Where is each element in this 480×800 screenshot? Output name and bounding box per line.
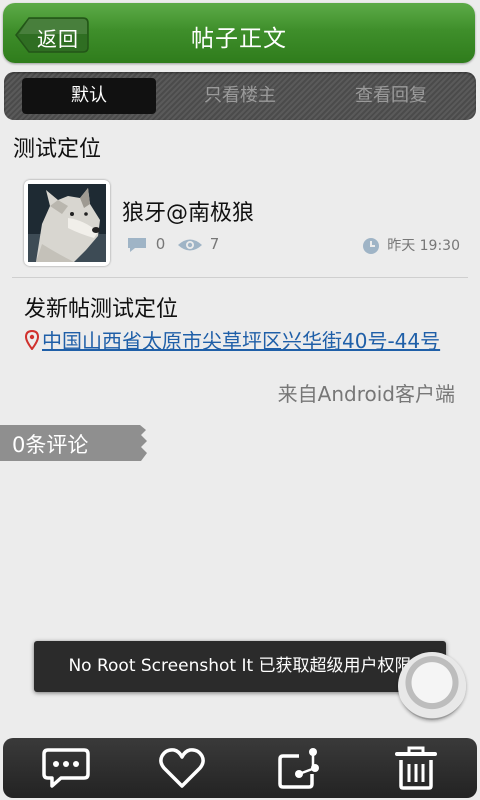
post-time: 昨天 19:30 (362, 235, 460, 255)
bottom-toolbar (3, 738, 477, 798)
comment-button[interactable] (41, 746, 91, 790)
comment-count-badge: 0条评论 (0, 425, 148, 461)
wolf-avatar-image (28, 184, 106, 262)
post-source: 来自Android客户端 (277, 382, 455, 406)
comment-stat: 0 (126, 235, 165, 254)
favorite-button[interactable] (157, 746, 207, 790)
tab-author-only[interactable]: 只看楼主 (173, 78, 307, 114)
view-stat: 7 (177, 235, 219, 254)
share-button[interactable] (275, 746, 325, 790)
clock-icon (362, 238, 379, 254)
filter-tabs: 默认 只看楼主 查看回复 (4, 72, 476, 120)
comment-bubble-icon (128, 237, 146, 252)
heart-icon (159, 748, 205, 788)
comment-count: 0 (155, 235, 166, 253)
floating-assistive-button[interactable] (398, 652, 466, 720)
share-icon (278, 748, 319, 789)
post-time-text: 昨天 19:30 (387, 238, 460, 254)
location-link[interactable]: 中国山西省太原市尖草坪区兴华街40号-44号 (24, 328, 444, 354)
comment-count-label: 0条评论 (12, 433, 89, 457)
location-pin-icon (24, 330, 40, 350)
board-title: 测试定位 (13, 137, 102, 162)
post-body: 发新帖测试定位 (24, 297, 179, 322)
delete-button[interactable] (391, 746, 441, 790)
author-name[interactable]: 狼牙@南极狼 (122, 195, 254, 227)
toast-message: No Root Screenshot It 已获取超级用户权限 (34, 641, 446, 692)
avatar[interactable] (24, 180, 110, 266)
view-count: 7 (209, 235, 220, 253)
eye-icon (178, 239, 202, 250)
title-bar: 返回 帖子正文 (3, 3, 475, 63)
trash-icon (395, 746, 437, 790)
tab-view-replies[interactable]: 查看回复 (324, 78, 458, 114)
post-detail-screen: 返回 帖子正文 默认 只看楼主 查看回复 测试定位 狼牙@南极狼 0 7 昨天 … (0, 0, 480, 800)
comment-icon (42, 748, 90, 788)
page-title: 帖子正文 (191, 26, 287, 52)
location-text: 中国山西省太原市尖草坪区兴华街40号-44号 (42, 329, 441, 353)
divider (12, 277, 468, 278)
tab-default[interactable]: 默认 (22, 78, 156, 114)
